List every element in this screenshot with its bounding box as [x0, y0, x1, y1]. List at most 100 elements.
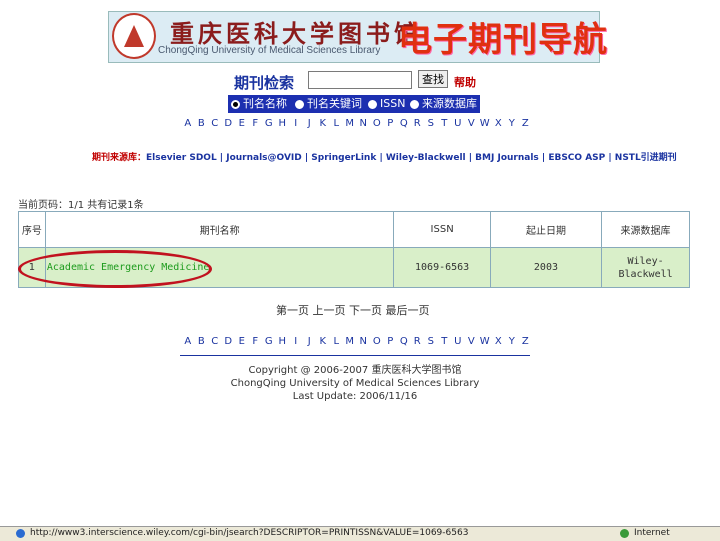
option-issn[interactable]: ISSN: [368, 95, 405, 113]
page-icon: [16, 529, 25, 538]
option-title[interactable]: 刊名名称: [231, 95, 287, 113]
letter-link-g[interactable]: G: [262, 118, 276, 129]
university-seal-icon: [112, 13, 156, 59]
search-input[interactable]: [308, 71, 412, 89]
radio-icon[interactable]: [368, 99, 377, 109]
letter-link-n[interactable]: N: [357, 118, 371, 129]
letter-link-c[interactable]: C: [208, 118, 222, 129]
sources-list[interactable]: Elsevier SDOL | Journals@OVID | Springer…: [146, 153, 677, 163]
letter-link-a[interactable]: A: [181, 118, 195, 129]
letter-link-d[interactable]: D: [222, 336, 236, 347]
letter-link-a[interactable]: A: [181, 336, 195, 347]
option-database[interactable]: 来源数据库: [410, 95, 477, 113]
cell-dates: 2003: [489, 247, 603, 288]
letter-link-x[interactable]: X: [492, 118, 506, 129]
letter-link-g[interactable]: G: [262, 336, 276, 347]
letter-link-w[interactable]: W: [478, 118, 492, 129]
journal-sources: 期刊来源库：Elsevier SDOL | Journals@OVID | Sp…: [92, 150, 677, 163]
letter-link-l[interactable]: L: [330, 336, 344, 347]
letter-link-q[interactable]: Q: [397, 118, 411, 129]
column-header-issn: ISSN: [393, 211, 491, 248]
letter-link-k[interactable]: K: [316, 336, 330, 347]
pagination: 第一页 上一页 下一页 最后一页: [276, 302, 430, 318]
letter-link-d[interactable]: D: [222, 118, 236, 129]
footer-org: ChongQing University of Medical Sciences…: [230, 378, 480, 389]
letter-link-p[interactable]: P: [384, 118, 398, 129]
option-keyword[interactable]: 刊名关键词: [295, 95, 362, 113]
letter-link-x[interactable]: X: [492, 336, 506, 347]
radio-icon[interactable]: [295, 99, 304, 109]
letter-link-r[interactable]: R: [411, 336, 425, 347]
letter-link-h[interactable]: H: [276, 336, 290, 347]
search-button[interactable]: 查找: [418, 70, 448, 88]
browser-status-bar: http://www3.interscience.wiley.com/cgi-b…: [0, 526, 720, 541]
letter-link-j[interactable]: J: [303, 336, 317, 347]
letter-link-n[interactable]: N: [357, 336, 371, 347]
letter-link-v[interactable]: V: [465, 118, 479, 129]
last-page-link[interactable]: 最后一页: [386, 304, 430, 317]
section-title: 电子期刊导航: [398, 20, 608, 60]
letter-link-h[interactable]: H: [276, 118, 290, 129]
option-label: 刊名名称: [243, 97, 287, 110]
letter-link-f[interactable]: F: [249, 118, 263, 129]
letter-link-k[interactable]: K: [316, 118, 330, 129]
first-page-link[interactable]: 第一页: [276, 304, 309, 317]
sources-label: 期刊来源库：: [92, 153, 147, 163]
cell-source: Wiley-Blackwell: [601, 247, 690, 288]
letter-link-s[interactable]: S: [424, 118, 438, 129]
letter-link-j[interactable]: J: [303, 118, 317, 129]
search-options-bar: 刊名名称 刊名关键词 ISSN 来源数据库: [228, 95, 480, 113]
letter-link-z[interactable]: Z: [519, 118, 533, 129]
divider: [180, 355, 530, 356]
option-label: 来源数据库: [422, 97, 477, 110]
highlight-ellipse: [18, 250, 212, 288]
library-name-cn: 重庆医科大学图书馆: [170, 19, 422, 48]
letter-link-c[interactable]: C: [208, 336, 222, 347]
letter-link-y[interactable]: Y: [505, 118, 519, 129]
letter-link-f[interactable]: F: [249, 336, 263, 347]
letter-link-i[interactable]: I: [289, 336, 303, 347]
letter-link-i[interactable]: I: [289, 118, 303, 129]
letter-link-b[interactable]: B: [195, 336, 209, 347]
option-label: ISSN: [380, 97, 406, 110]
library-name-en: ChongQing University of Medical Sciences…: [158, 45, 381, 56]
letter-link-o[interactable]: O: [370, 118, 384, 129]
letter-link-t[interactable]: T: [438, 118, 452, 129]
column-header-no: 序号: [18, 211, 46, 248]
letter-link-u[interactable]: U: [451, 336, 465, 347]
status-zone: Internet: [634, 528, 670, 538]
option-label: 刊名关键词: [307, 97, 362, 110]
prev-page-link[interactable]: 上一页: [313, 304, 346, 317]
letter-link-t[interactable]: T: [438, 336, 452, 347]
help-link[interactable]: 帮助: [454, 74, 476, 90]
table-header-row: 序号 期刊名称 ISSN 起止日期 来源数据库: [18, 211, 690, 248]
letter-link-q[interactable]: Q: [397, 336, 411, 347]
letter-link-e[interactable]: E: [235, 336, 249, 347]
column-header-title: 期刊名称: [44, 211, 395, 248]
letter-index-bottom: ABCDEFGHIJKLMNOPQRSTUVWXYZ: [181, 336, 532, 347]
radio-selected-icon[interactable]: [231, 99, 240, 109]
letter-link-z[interactable]: Z: [519, 336, 533, 347]
internet-zone-icon: [620, 529, 629, 538]
letter-link-m[interactable]: M: [343, 336, 357, 347]
letter-link-s[interactable]: S: [424, 336, 438, 347]
letter-link-w[interactable]: W: [478, 336, 492, 347]
letter-link-l[interactable]: L: [330, 118, 344, 129]
letter-link-r[interactable]: R: [411, 118, 425, 129]
letter-link-p[interactable]: P: [384, 336, 398, 347]
letter-link-u[interactable]: U: [451, 118, 465, 129]
status-url: http://www3.interscience.wiley.com/cgi-b…: [30, 528, 469, 538]
letter-link-o[interactable]: O: [370, 336, 384, 347]
column-header-dates: 起止日期: [489, 211, 603, 248]
radio-icon[interactable]: [410, 99, 419, 109]
footer-updated: Last Update: 2006/11/16: [292, 391, 418, 402]
letter-link-b[interactable]: B: [195, 118, 209, 129]
letter-link-m[interactable]: M: [343, 118, 357, 129]
next-page-link[interactable]: 下一页: [349, 304, 382, 317]
letter-link-v[interactable]: V: [465, 336, 479, 347]
search-label: 期刊检索: [234, 74, 295, 92]
letter-index-top: ABCDEFGHIJKLMNOPQRSTUVWXYZ: [181, 118, 532, 129]
letter-link-e[interactable]: E: [235, 118, 249, 129]
letter-link-y[interactable]: Y: [505, 336, 519, 347]
page-info: 当前页码：1/1 共有记录1条: [18, 200, 144, 211]
